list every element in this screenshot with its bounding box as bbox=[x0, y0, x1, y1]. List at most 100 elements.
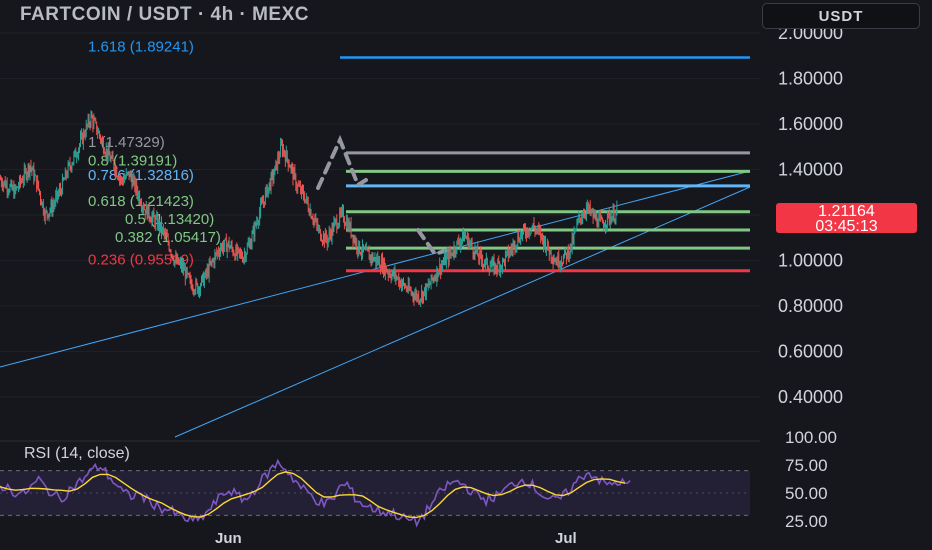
candle-body bbox=[444, 255, 445, 263]
candle-body bbox=[526, 233, 527, 236]
time-axis: Jun Jul bbox=[215, 530, 577, 547]
candle-body bbox=[226, 245, 228, 252]
candle-body bbox=[499, 263, 501, 272]
candle-body bbox=[10, 182, 12, 186]
candle-body bbox=[32, 167, 34, 171]
rsi-indicator-label[interactable]: RSI (14, close) bbox=[24, 445, 130, 463]
currency-button[interactable]: USDT bbox=[762, 3, 920, 29]
candle-body bbox=[421, 291, 422, 299]
candle-body bbox=[350, 222, 352, 236]
candle-body bbox=[555, 261, 557, 263]
candle-body bbox=[481, 254, 482, 261]
candle-body bbox=[327, 238, 329, 245]
candle-body bbox=[40, 192, 41, 201]
candle-body bbox=[338, 223, 340, 228]
candle-body bbox=[354, 237, 356, 244]
candle-body bbox=[589, 205, 591, 213]
candle-body bbox=[25, 170, 27, 179]
candle-body bbox=[228, 241, 230, 249]
candle-body bbox=[133, 177, 135, 180]
candle-body bbox=[31, 168, 33, 171]
candle-body bbox=[280, 144, 281, 157]
candle-body bbox=[410, 290, 412, 294]
candle-body bbox=[88, 117, 90, 124]
candle-body bbox=[299, 185, 300, 187]
candle-body bbox=[203, 274, 204, 286]
candle-body bbox=[320, 229, 321, 240]
candle-body bbox=[55, 196, 57, 204]
candle-body bbox=[136, 182, 138, 192]
candle-body bbox=[57, 191, 58, 197]
candle-body bbox=[613, 209, 615, 222]
candle-body bbox=[425, 287, 426, 297]
candle-body bbox=[64, 170, 66, 180]
candle-body bbox=[264, 201, 265, 204]
candle-body bbox=[78, 148, 79, 156]
candle-body bbox=[194, 291, 196, 293]
candle-body bbox=[180, 261, 181, 263]
candle-body bbox=[36, 175, 38, 189]
candle-body bbox=[374, 257, 376, 259]
candle-body bbox=[13, 186, 15, 198]
candle-body bbox=[543, 238, 544, 247]
candle-body bbox=[583, 214, 584, 218]
candle-body bbox=[62, 178, 63, 194]
candle-body bbox=[244, 253, 246, 259]
candle-body bbox=[369, 255, 371, 260]
candle-body bbox=[282, 143, 283, 154]
candle-body bbox=[484, 264, 485, 266]
candle-body bbox=[415, 292, 417, 296]
candle-body bbox=[168, 243, 170, 250]
candle-body bbox=[135, 182, 137, 190]
candle-body bbox=[553, 260, 555, 263]
candle-body bbox=[134, 177, 136, 190]
candle-body bbox=[324, 234, 325, 243]
price-chart[interactable]: 1.618 (1.89241)1 (1.47329)0.8 (1.39191)0… bbox=[0, 0, 932, 550]
candle-body bbox=[322, 241, 323, 243]
candle-body bbox=[115, 168, 117, 173]
candle-body bbox=[185, 268, 187, 279]
candle-body bbox=[588, 205, 590, 210]
candle-body bbox=[462, 231, 463, 240]
candle-body bbox=[76, 156, 78, 158]
candle-body bbox=[476, 247, 478, 252]
candle-body bbox=[218, 251, 219, 254]
candle-body bbox=[515, 247, 517, 250]
candle-body bbox=[434, 277, 436, 280]
candle-body bbox=[332, 225, 334, 232]
candle-body bbox=[559, 265, 561, 267]
candle-body bbox=[423, 291, 424, 300]
candle-body bbox=[429, 283, 431, 286]
candle-body bbox=[567, 248, 568, 259]
candle-body bbox=[144, 209, 146, 215]
candle-body bbox=[2, 183, 3, 187]
candle-body bbox=[20, 177, 21, 183]
candle-body bbox=[138, 193, 139, 197]
candle-body bbox=[593, 213, 595, 218]
candle-body bbox=[294, 170, 296, 175]
candle-body bbox=[210, 261, 212, 265]
candle-body bbox=[208, 262, 210, 276]
candle-body bbox=[120, 178, 121, 180]
candle-body bbox=[333, 222, 335, 232]
candle-body bbox=[129, 172, 131, 178]
candle-body bbox=[309, 210, 311, 215]
candle-body bbox=[184, 268, 185, 271]
candle-body bbox=[537, 227, 539, 231]
candle-body bbox=[212, 259, 214, 262]
candle-body bbox=[11, 182, 13, 190]
last-price-value: 1.21164 bbox=[818, 203, 875, 220]
candle-body bbox=[109, 155, 111, 161]
candle-body bbox=[101, 138, 102, 141]
candle-body bbox=[187, 273, 189, 275]
candle-body bbox=[547, 241, 549, 250]
candle-body bbox=[67, 163, 69, 176]
candle-body bbox=[298, 185, 300, 187]
candle-body bbox=[347, 221, 349, 231]
candle-body bbox=[428, 284, 430, 286]
candle-body bbox=[519, 240, 521, 243]
candle-body bbox=[205, 270, 207, 275]
candle-body bbox=[607, 212, 609, 214]
candle-body bbox=[41, 200, 42, 206]
candle-body bbox=[546, 248, 547, 251]
